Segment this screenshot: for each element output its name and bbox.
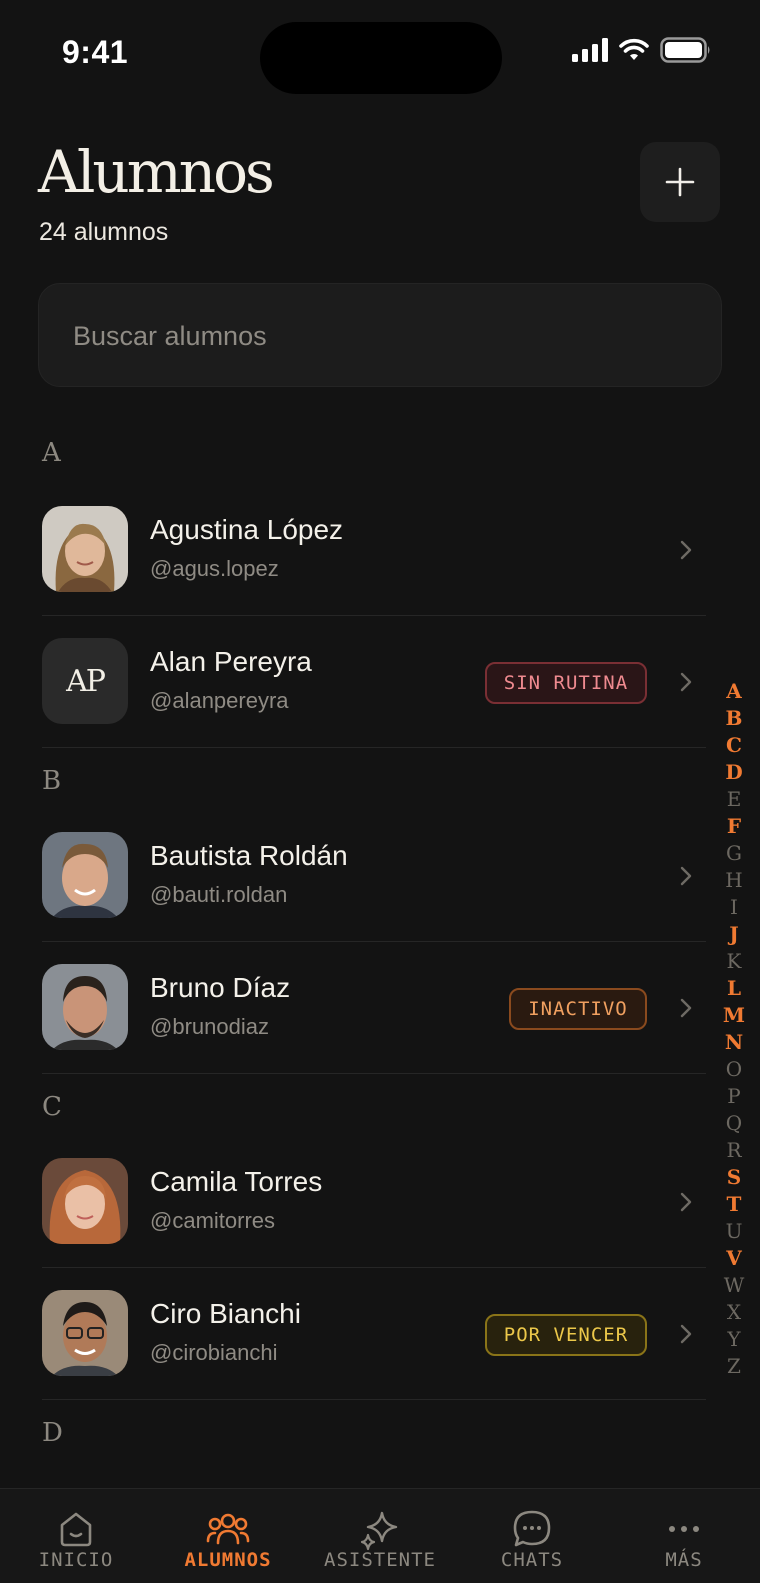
plus-icon bbox=[665, 167, 695, 197]
student-row[interactable]: Bruno Díaz @brunodiaz INACTIVO bbox=[42, 942, 706, 1074]
student-handle: @brunodiaz bbox=[150, 1014, 269, 1039]
index-letter-a[interactable]: A bbox=[722, 678, 746, 705]
index-letter-l[interactable]: L bbox=[722, 975, 746, 1002]
battery-icon bbox=[660, 37, 710, 63]
tab-label: ALUMNOS bbox=[184, 1549, 272, 1571]
index-letter-t[interactable]: T bbox=[722, 1191, 746, 1218]
student-name: Alan Pereyra bbox=[150, 646, 312, 677]
index-letter-e[interactable]: E bbox=[722, 786, 746, 813]
tab-label: CHATS bbox=[500, 1549, 564, 1571]
index-letter-c[interactable]: C bbox=[722, 732, 746, 759]
student-handle: @alanpereyra bbox=[150, 688, 289, 713]
avatar bbox=[42, 1290, 128, 1376]
index-letter-i[interactable]: I bbox=[722, 894, 746, 921]
index-letter-u[interactable]: U bbox=[722, 1218, 746, 1245]
chevron-right-icon bbox=[680, 540, 692, 560]
index-letter-v[interactable]: V bbox=[722, 1245, 746, 1272]
index-letter-j[interactable]: J bbox=[722, 921, 746, 948]
index-letter-o[interactable]: O bbox=[722, 1056, 746, 1083]
student-row[interactable]: Camila Torres @camitorres bbox=[42, 1136, 706, 1268]
index-letter-m[interactable]: M bbox=[722, 1002, 746, 1029]
avatar bbox=[42, 832, 128, 918]
status-badge: INACTIVO bbox=[509, 988, 647, 1030]
student-handle: @cirobianchi bbox=[150, 1340, 278, 1365]
section-header-a: A bbox=[42, 438, 61, 468]
student-row[interactable]: AP Alan Pereyra @alanpereyra SIN RUTINA bbox=[42, 616, 706, 748]
avatar bbox=[42, 964, 128, 1050]
chevron-right-icon bbox=[680, 1324, 692, 1344]
status-badge: SIN RUTINA bbox=[485, 662, 647, 704]
tab-label: MÁS bbox=[665, 1549, 703, 1571]
chevron-right-icon bbox=[680, 998, 692, 1018]
student-name: Ciro Bianchi bbox=[150, 1298, 301, 1329]
chat-bubble-icon bbox=[513, 1510, 551, 1547]
dynamic-island bbox=[260, 22, 502, 94]
student-handle: @bauti.roldan bbox=[150, 882, 288, 907]
tab-mas[interactable]: MÁS bbox=[608, 1489, 760, 1583]
more-dots-icon bbox=[669, 1526, 699, 1532]
status-bar: 9:41 bbox=[0, 0, 760, 100]
tab-bar: INICIO ALUMNOS ASISTENTE CHATS MÁS bbox=[0, 1488, 760, 1583]
cellular-signal-icon bbox=[572, 38, 608, 62]
users-icon bbox=[206, 1513, 250, 1545]
student-name: Agustina López bbox=[150, 514, 344, 545]
tab-alumnos[interactable]: ALUMNOS bbox=[152, 1489, 304, 1583]
search-input[interactable] bbox=[71, 284, 675, 388]
avatar-initials: AP bbox=[42, 638, 128, 724]
index-letter-f[interactable]: F bbox=[722, 813, 746, 840]
student-handle: @agus.lopez bbox=[150, 556, 279, 581]
student-name: Bruno Díaz bbox=[150, 972, 291, 1003]
student-name: Bautista Roldán bbox=[150, 840, 348, 871]
avatar bbox=[42, 506, 128, 592]
sparkles-icon bbox=[360, 1511, 398, 1551]
tab-inicio[interactable]: INICIO bbox=[0, 1489, 152, 1583]
chevron-right-icon bbox=[680, 866, 692, 886]
index-letter-q[interactable]: Q bbox=[722, 1110, 746, 1137]
index-letter-y[interactable]: Y bbox=[722, 1326, 746, 1353]
tab-label: ASISTENTE bbox=[324, 1549, 436, 1571]
home-icon bbox=[60, 1512, 92, 1547]
page-title: Alumnos bbox=[38, 138, 275, 206]
student-row[interactable]: Bautista Roldán @bauti.roldan bbox=[42, 810, 706, 942]
alphabet-index[interactable]: ABCDEFGHIJKLMNOPQRSTUVWXYZ bbox=[722, 678, 746, 1380]
add-student-button[interactable] bbox=[640, 142, 720, 222]
section-header-c: C bbox=[42, 1092, 62, 1122]
chevron-right-icon bbox=[680, 672, 692, 692]
index-letter-p[interactable]: P bbox=[722, 1083, 746, 1110]
student-count: 24 alumnos bbox=[39, 218, 169, 246]
section-header-b: B bbox=[42, 766, 62, 796]
tab-chats[interactable]: CHATS bbox=[456, 1489, 608, 1583]
chevron-right-icon bbox=[680, 1192, 692, 1212]
status-time: 9:41 bbox=[62, 34, 129, 70]
student-name: Camila Torres bbox=[150, 1166, 323, 1197]
wifi-icon bbox=[619, 38, 649, 60]
status-badge: POR VENCER bbox=[485, 1314, 647, 1356]
index-letter-r[interactable]: R bbox=[722, 1137, 746, 1164]
index-letter-s[interactable]: S bbox=[722, 1164, 746, 1191]
section-header-d: D bbox=[42, 1418, 63, 1448]
student-row[interactable]: Ciro Bianchi @cirobianchi POR VENCER bbox=[42, 1268, 706, 1400]
index-letter-b[interactable]: B bbox=[722, 705, 746, 732]
index-letter-x[interactable]: X bbox=[722, 1299, 746, 1326]
search-box bbox=[38, 283, 722, 388]
index-letter-g[interactable]: G bbox=[722, 840, 746, 867]
student-handle: @camitorres bbox=[150, 1208, 276, 1233]
avatar bbox=[42, 1158, 128, 1244]
index-letter-d[interactable]: D bbox=[722, 759, 746, 786]
tab-label: INICIO bbox=[38, 1549, 114, 1571]
index-letter-w[interactable]: W bbox=[722, 1272, 746, 1299]
tab-asistente[interactable]: ASISTENTE bbox=[304, 1489, 456, 1583]
index-letter-n[interactable]: N bbox=[722, 1029, 746, 1056]
index-letter-h[interactable]: H bbox=[722, 867, 746, 894]
index-letter-k[interactable]: K bbox=[722, 948, 746, 975]
status-icons bbox=[572, 36, 712, 64]
student-row[interactable]: Agustina López @agus.lopez bbox=[42, 484, 706, 616]
index-letter-z[interactable]: Z bbox=[722, 1353, 746, 1380]
